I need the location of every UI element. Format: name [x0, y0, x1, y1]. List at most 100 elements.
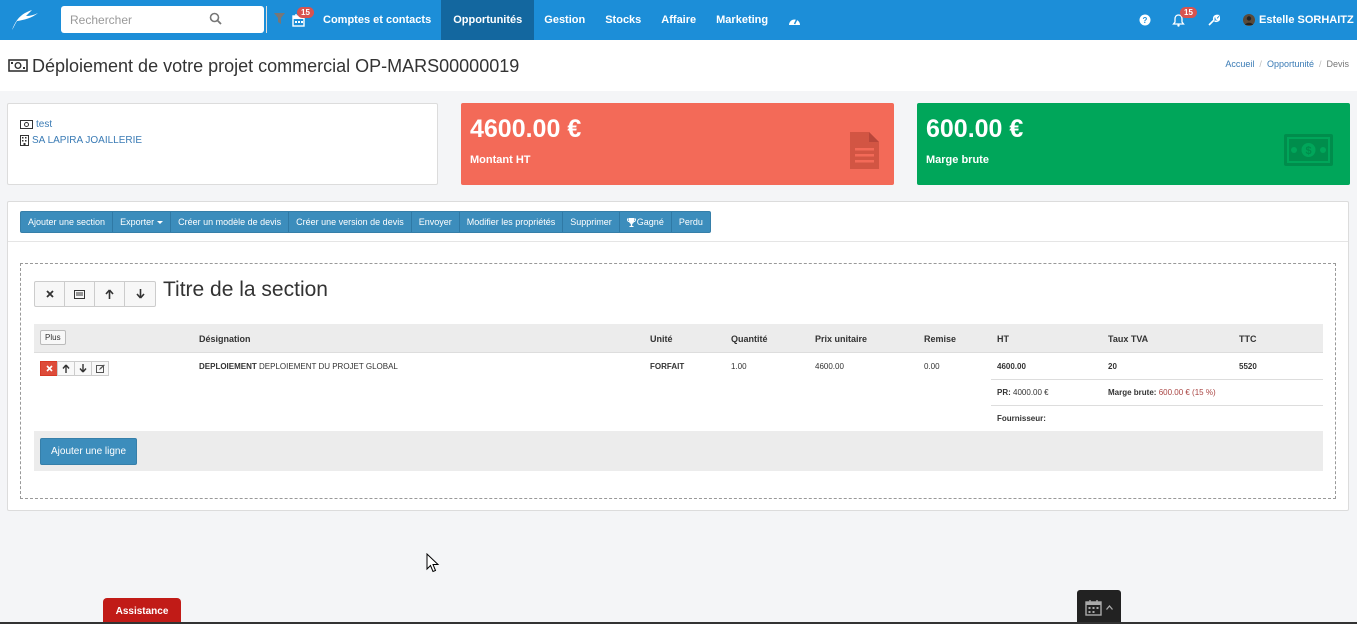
table-row: DEPLOIEMENT DEPLOIEMENT DU PROJET GLOBAL… — [34, 353, 1323, 431]
row-unit-price: 4600.00 — [815, 362, 844, 371]
page-header: Déploiement de votre projet commercial O… — [0, 40, 1357, 91]
move-row-up-button[interactable] — [57, 361, 75, 376]
lost-button[interactable]: Perdu — [672, 212, 710, 232]
margin-line-label: Marge brute: — [1108, 388, 1157, 397]
plus-button[interactable]: Plus — [40, 330, 66, 345]
col-ttc: TTC — [1239, 334, 1257, 344]
close-icon — [45, 365, 53, 372]
quote-toolbar: Ajouter une section Exporter Créer un mo… — [20, 211, 711, 233]
col-quantity: Quantité — [731, 334, 768, 344]
send-button[interactable]: Envoyer — [412, 212, 460, 232]
close-icon — [45, 290, 54, 298]
create-template-button[interactable]: Créer un modèle de devis — [171, 212, 290, 232]
money-icon — [8, 59, 28, 75]
add-section-button[interactable]: Ajouter une section — [21, 212, 114, 232]
help-icon: ? — [1139, 14, 1151, 26]
table-footer: Ajouter une ligne — [34, 431, 1323, 471]
notifications-badge: 15 — [1180, 7, 1197, 18]
money-icon: $ — [1284, 134, 1333, 166]
nav-comptes-contacts[interactable]: Comptes et contacts — [313, 0, 441, 40]
help-button[interactable]: ? — [1139, 0, 1151, 40]
calendar-widget[interactable] — [1077, 590, 1121, 624]
search-box — [61, 6, 285, 33]
quote-section: Titre de la section Plus Désignation Uni… — [20, 263, 1336, 499]
move-section-up-button[interactable] — [95, 282, 125, 306]
chevron-up-icon — [1106, 604, 1113, 610]
edit-properties-label: Modifier les propriétés — [466, 217, 556, 227]
top-navbar: 15 Comptes et contacts Opportunités Gest… — [0, 0, 1357, 40]
arrow-up-icon — [105, 289, 114, 299]
quote-panel: Ajouter une section Exporter Créer un mo… — [7, 201, 1349, 511]
nav-opportunites[interactable]: Opportunités — [441, 0, 535, 40]
nav-dashboard[interactable] — [778, 0, 811, 40]
svg-text:$: $ — [1305, 145, 1311, 157]
edit-properties-button[interactable]: Modifier les propriétés — [460, 212, 564, 232]
main-menu: Comptes et contacts Opportunités Gestion… — [313, 0, 811, 40]
assistance-button[interactable]: Assistance — [103, 598, 181, 624]
supplier-label: Fournisseur: — [997, 414, 1046, 423]
row-pr: PR: 4000.00 € — [997, 388, 1049, 397]
create-version-label: Créer une version de devis — [296, 217, 404, 227]
create-version-button[interactable]: Créer une version de devis — [289, 212, 412, 232]
add-line-label: Ajouter une ligne — [51, 446, 127, 457]
calendar-nav-button[interactable]: 15 — [285, 0, 314, 40]
arrow-down-icon — [79, 364, 87, 373]
user-menu[interactable]: Estelle SORHAITZ — [1259, 14, 1357, 26]
delete-button[interactable]: Supprimer — [563, 212, 620, 232]
section-actions — [34, 281, 156, 307]
search-icon[interactable] — [209, 12, 222, 28]
user-avatar[interactable] — [1243, 0, 1255, 40]
move-section-down-button[interactable] — [125, 282, 155, 306]
row-ht: 4600.00 — [997, 362, 1026, 371]
calendar-icon — [1085, 599, 1102, 616]
nav-affaire[interactable]: Affaire — [651, 0, 706, 40]
section-title[interactable]: Titre de la section — [163, 278, 328, 302]
breadcrumb-devis: Devis — [1326, 59, 1349, 69]
col-unit-price: Prix unitaire — [815, 334, 868, 344]
search-input[interactable] — [61, 7, 201, 32]
opportunity-link[interactable]: test — [20, 119, 52, 130]
trophy-icon — [626, 217, 636, 227]
row-margin: Marge brute: 600.00 € (15 %) — [1108, 388, 1216, 397]
settings-button[interactable] — [1208, 0, 1220, 40]
quote-info-box: test SA LAPIRA JOAILLERIE — [7, 103, 438, 185]
company-link[interactable]: SA LAPIRA JOAILLERIE — [20, 135, 142, 146]
col-ht: HT — [997, 334, 1009, 344]
section-details-button[interactable] — [65, 282, 95, 306]
amount-value: 4600.00 € — [470, 115, 582, 143]
add-line-button[interactable]: Ajouter une ligne — [40, 438, 138, 465]
calendar-badge: 15 — [297, 7, 314, 18]
row-ttc: 5520 — [1239, 362, 1257, 371]
export-label: Exporter — [120, 217, 155, 227]
delete-row-button[interactable] — [40, 361, 58, 376]
page-title: Déploiement de votre projet commercial O… — [32, 56, 520, 76]
filter-icon[interactable] — [274, 13, 285, 28]
row-vat: 20 — [1108, 362, 1117, 371]
user-name-label: Estelle SORHAITZ — [1259, 14, 1354, 26]
nav-gestion[interactable]: Gestion — [534, 0, 595, 40]
assistance-label: Assistance — [115, 605, 169, 617]
amount-kpi-box: 4600.00 € Montant HT — [461, 103, 894, 185]
move-row-down-button[interactable] — [74, 361, 92, 376]
won-button[interactable]: Gagné — [620, 212, 672, 232]
notifications-button[interactable]: 15 — [1172, 0, 1197, 40]
row-designation: DEPLOIEMENT DEPLOIEMENT DU PROJET GLOBAL — [199, 362, 398, 371]
col-discount: Remise — [924, 334, 957, 344]
delete-section-button[interactable] — [35, 282, 65, 306]
export-button[interactable]: Exporter — [113, 212, 172, 232]
arrow-down-icon — [135, 289, 145, 299]
app-logo[interactable] — [0, 0, 46, 40]
breadcrumb-opportunite[interactable]: Opportunité — [1267, 59, 1314, 69]
row-description: DEPLOIEMENT DU PROJET GLOBAL — [259, 362, 398, 371]
amount-label: Montant HT — [470, 154, 531, 166]
avatar-icon — [1243, 14, 1255, 26]
nav-stocks[interactable]: Stocks — [595, 0, 651, 40]
edit-row-button[interactable] — [91, 361, 109, 376]
row-unit: FORFAIT — [650, 362, 685, 371]
money-icon — [20, 120, 33, 129]
plus-button-label: Plus — [45, 333, 61, 342]
breadcrumb-accueil[interactable]: Accueil — [1225, 59, 1254, 69]
col-designation: Désignation — [199, 334, 251, 344]
wrench-icon — [1208, 14, 1220, 26]
nav-marketing[interactable]: Marketing — [706, 0, 778, 40]
